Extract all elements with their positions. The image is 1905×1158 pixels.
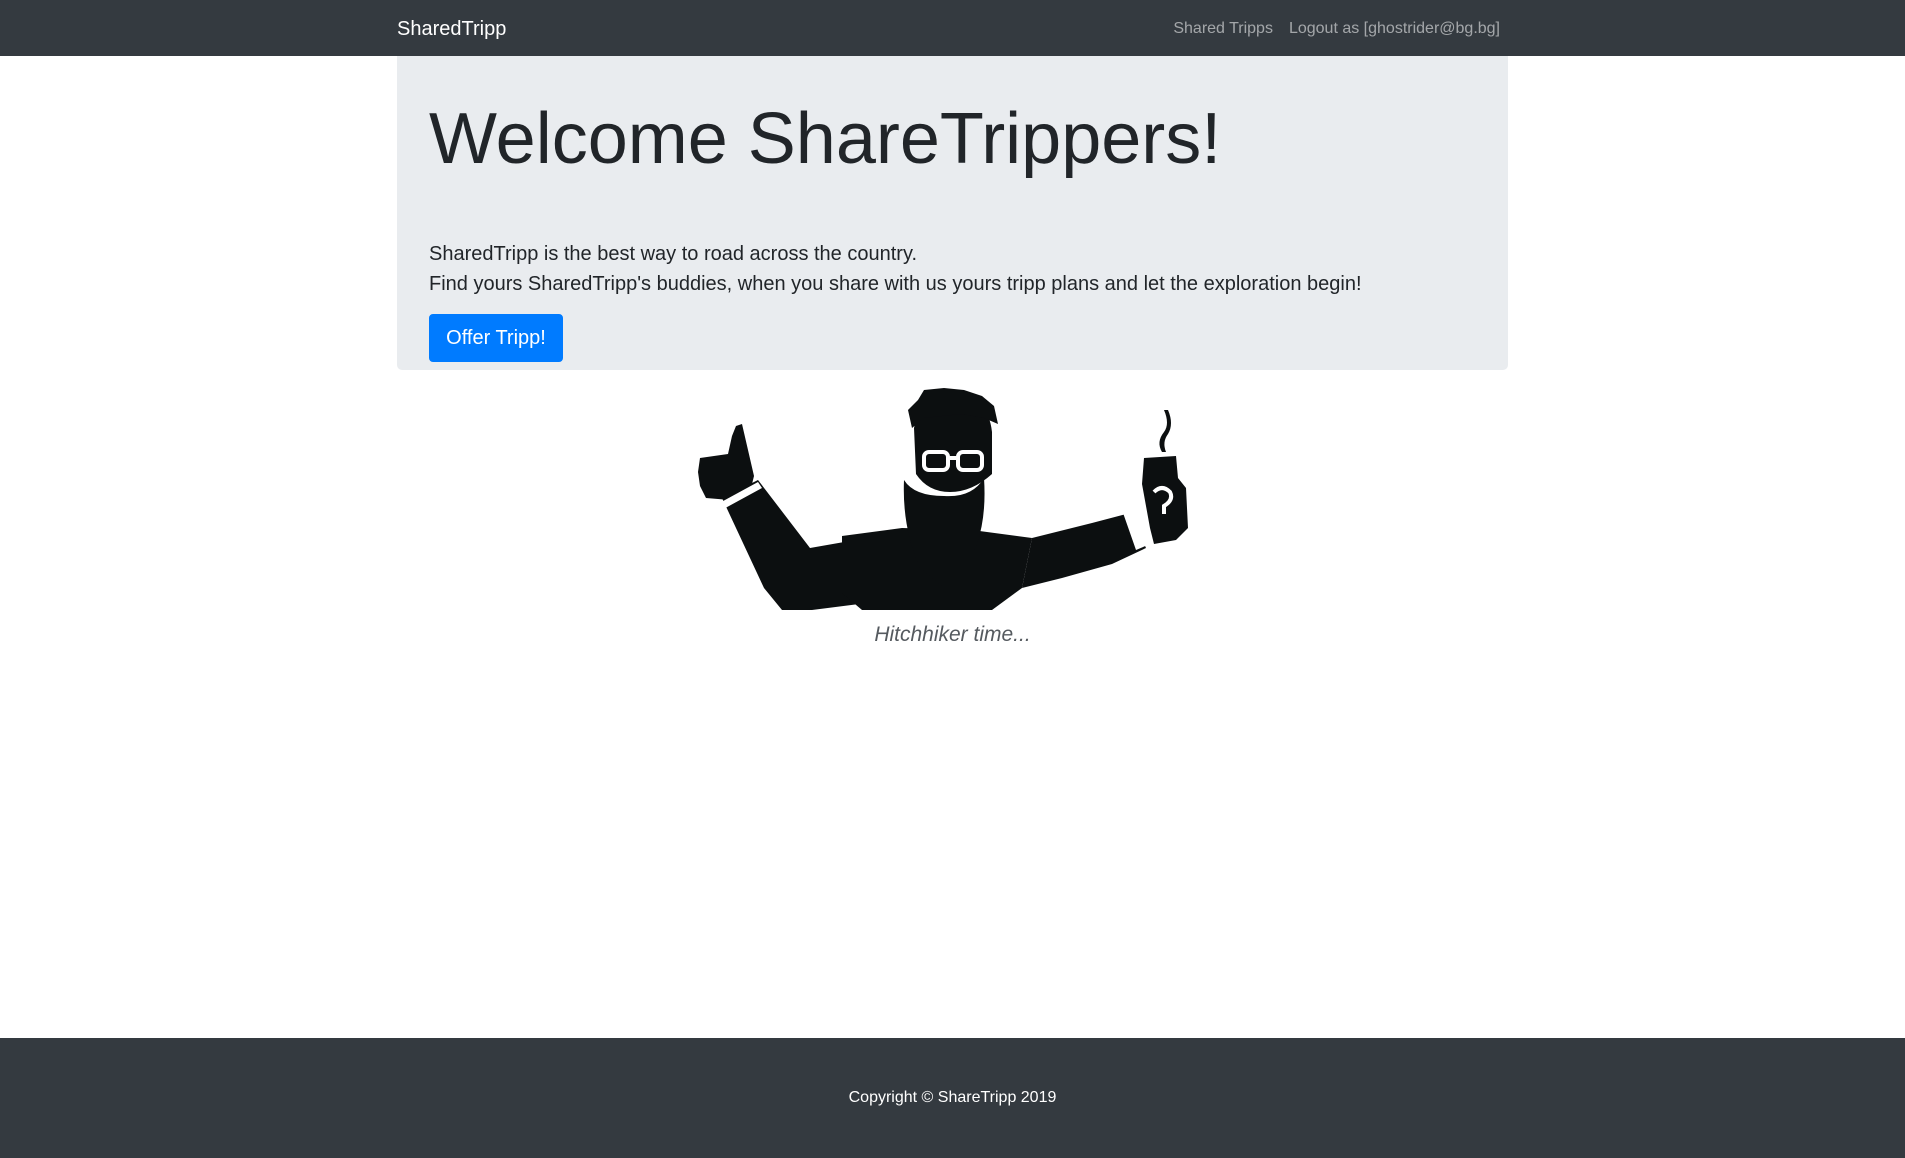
page-title: Welcome ShareTrippers! [429,99,1222,179]
nav-links: Shared Tripps Logout as [ghostrider@bg.b… [1173,19,1500,39]
hitchhiker-illustration [692,388,1212,618]
copyright-text: Copyright © ShareTripp 2019 [848,1089,1057,1106]
footer: Copyright © ShareTripp 2019 [0,1038,1905,1158]
lead-text-1: SharedTripp is the best way to road acro… [429,243,918,265]
nav-link-logout[interactable]: Logout as [ghostrider@bg.bg] [1289,19,1500,39]
nav-link-shared-tripps[interactable]: Shared Tripps [1173,19,1273,39]
hitchhiker-icon [698,388,1188,610]
jumbotron: Welcome ShareTrippers! SharedTripp is th… [397,56,1508,370]
brand-link[interactable]: SharedTripp [397,16,506,42]
illustration-caption: Hitchhiker time... [874,623,1031,646]
lead-text-2: Find yours SharedTripp's buddies, when y… [429,273,1362,295]
navbar: SharedTripp Shared Tripps Logout as [gho… [0,0,1905,56]
offer-tripp-button[interactable]: Offer Tripp! [429,314,563,362]
